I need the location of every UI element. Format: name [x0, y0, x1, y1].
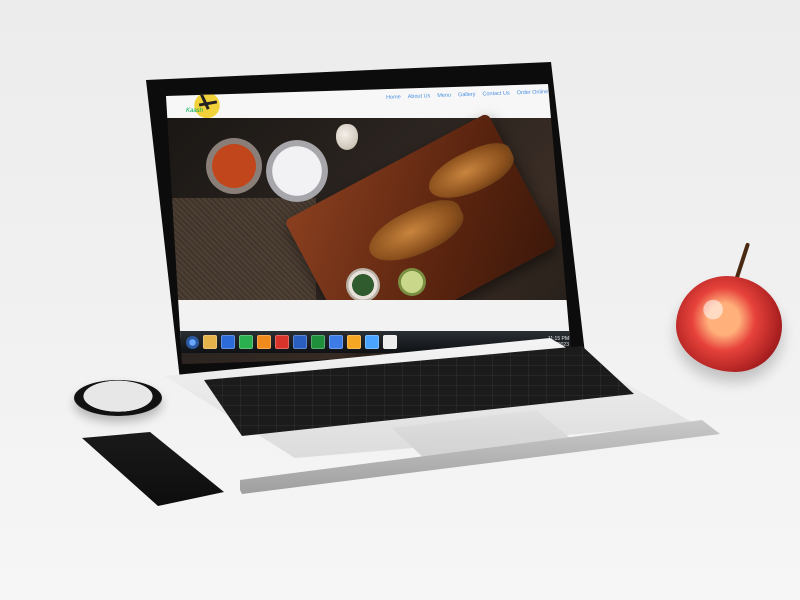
- laptop-screen: Kaash Home About Us Menu Gallery Contact…: [166, 84, 571, 364]
- laptop: Kaash Home About Us Menu Gallery Contact…: [0, 0, 800, 600]
- site-logo-text: Kaash: [186, 108, 204, 114]
- taskbar-app-icon[interactable]: [383, 335, 397, 349]
- white-bowl: [266, 140, 328, 202]
- nav-about[interactable]: About Us: [408, 93, 431, 100]
- taskbar-app-icon[interactable]: [311, 335, 325, 349]
- onion-salad: [346, 268, 380, 302]
- charging-puck: [74, 380, 162, 416]
- taskbar-app-icon[interactable]: [293, 335, 307, 349]
- taskbar-app-icon[interactable]: [365, 335, 379, 349]
- lime-slice: [398, 268, 426, 296]
- garlic: [336, 124, 358, 150]
- taskbar-app-icon[interactable]: [221, 335, 235, 349]
- taskbar-app-icon[interactable]: [203, 335, 217, 349]
- taskbar-app-icon[interactable]: [275, 335, 289, 349]
- nav-menu[interactable]: Menu: [437, 93, 451, 99]
- apple: [676, 276, 782, 372]
- nav-order-online[interactable]: Order Online: [517, 89, 549, 96]
- taskbar-app-icon[interactable]: [239, 335, 253, 349]
- nav-contact[interactable]: Contact Us: [482, 91, 509, 98]
- taskbar-app-icon[interactable]: [257, 335, 271, 349]
- nav-gallery[interactable]: Gallery: [458, 92, 476, 99]
- taskbar-app-icon[interactable]: [329, 335, 343, 349]
- nav-home[interactable]: Home: [386, 94, 401, 101]
- spice-bowl: [206, 138, 262, 194]
- start-button-icon[interactable]: [186, 335, 199, 349]
- taskbar-app-icon[interactable]: [347, 335, 361, 349]
